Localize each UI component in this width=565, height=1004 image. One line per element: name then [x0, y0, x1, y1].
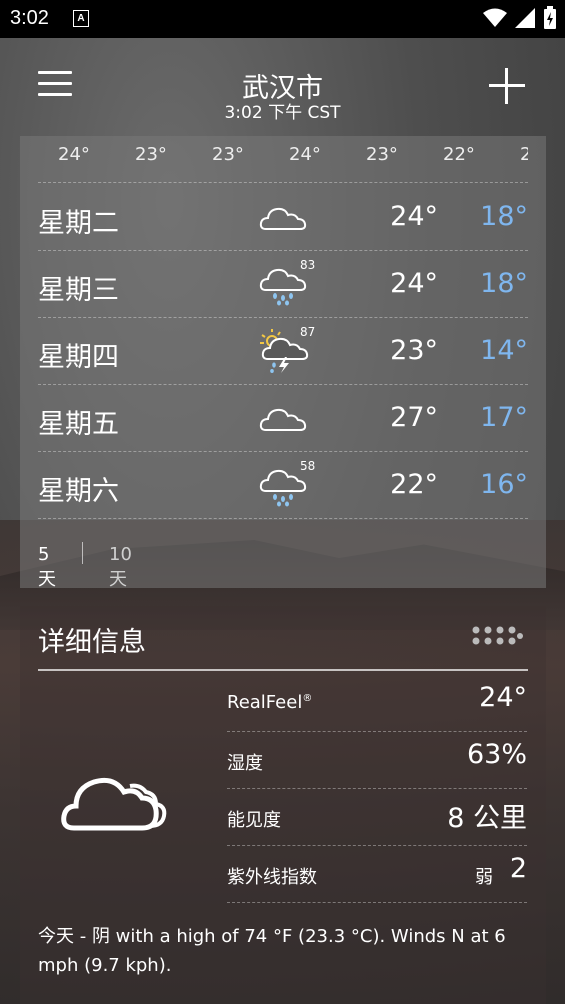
daily-forecast-card: 24° 23° 23° 24° 23° 22° 2 星期二 24° 18° 星期… [20, 136, 546, 591]
uv-index-label: 紫外线指数 [227, 867, 317, 888]
day-row-tuesday[interactable]: 星期二 24° 18° [38, 183, 528, 251]
day-row-saturday[interactable]: 星期六 58 22° 16° [38, 451, 528, 519]
weather-summary: 今天 - 阴 with a high of 74 °F (23.3 °C). W… [38, 926, 506, 976]
day-row-friday[interactable]: 星期五 27° 17° [38, 384, 528, 452]
hourly-temp: 22° [443, 144, 475, 165]
low-temp: 18° [480, 268, 528, 299]
battery-icon [544, 6, 556, 29]
uv-index-value: 2 [509, 853, 527, 884]
day-name: 星期四 [38, 342, 119, 373]
hourly-temp: 23° [366, 144, 398, 165]
cloudy-icon [259, 408, 307, 431]
precip-chance: 58 [300, 459, 316, 473]
precip-chance: 83 [300, 258, 316, 272]
app-bar: 武汉市 3:02 下午 CST [0, 38, 565, 134]
hourly-temp: 23° [135, 144, 167, 165]
add-location-icon[interactable] [489, 68, 525, 104]
tab-10-day[interactable]: 10天 [109, 544, 132, 591]
visibility-row: 能见度 8 公里 [227, 788, 527, 846]
day-row-wednesday[interactable]: 星期三 83 24° 18° [38, 250, 528, 318]
details-divider [38, 669, 528, 671]
hourly-temp: 24° [289, 144, 321, 165]
hourly-temperature-strip[interactable]: 24° 23° 23° 24° 23° 22° 2 [38, 136, 528, 183]
low-temp: 17° [480, 402, 528, 433]
low-temp: 16° [480, 469, 528, 500]
high-temp: 23° [390, 335, 438, 366]
sim-card-icon: A [73, 10, 89, 27]
details-title: 详细信息 [38, 627, 146, 658]
realfeel-label: RealFeel® [227, 692, 313, 713]
day-name: 星期六 [38, 476, 119, 507]
wifi-icon [483, 8, 507, 27]
low-temp: 18° [480, 201, 528, 232]
realfeel-row: RealFeel® 24° [227, 674, 527, 732]
hourly-temp: 23° [212, 144, 244, 165]
cloudy-icon [259, 207, 307, 230]
high-temp: 24° [390, 201, 438, 232]
local-time: 3:02 下午 CST [224, 103, 341, 123]
day-name: 星期五 [38, 409, 119, 440]
tab-divider [82, 542, 83, 564]
realfeel-value: 24° [479, 682, 527, 713]
humidity-label: 湿度 [227, 753, 263, 774]
status-bar: 3:02 A [0, 0, 565, 38]
more-icon[interactable] [470, 626, 524, 646]
high-temp: 22° [390, 469, 438, 500]
high-temp: 27° [390, 402, 438, 433]
status-time: 3:02 [10, 7, 49, 29]
day-row-thursday[interactable]: 星期四 87 23° 14° [38, 317, 528, 385]
high-temp: 24° [390, 268, 438, 299]
humidity-value: 63% [466, 739, 527, 770]
day-name: 星期二 [38, 208, 119, 239]
low-temp: 14° [480, 335, 528, 366]
visibility-value: 8 公里 [447, 803, 527, 834]
hourly-temp: 24° [58, 144, 90, 165]
uv-level: 弱 [475, 867, 493, 888]
cloudy-icon [61, 777, 167, 831]
humidity-row: 湿度 63% [227, 731, 527, 789]
visibility-label: 能见度 [227, 810, 281, 831]
details-card: 详细信息 RealFeel® 24° 湿度 63% 能见度 8 公里 紫外线指数… [20, 606, 546, 1004]
status-icons [483, 6, 557, 30]
registered-mark: ® [302, 693, 313, 704]
uv-index-row: 紫外线指数 弱 2 [227, 845, 527, 903]
precip-chance: 87 [300, 325, 316, 339]
tab-5-day[interactable]: 5天 [38, 544, 56, 591]
day-name: 星期三 [38, 275, 119, 306]
hourly-temp: 2 [520, 144, 528, 165]
signal-icon [515, 8, 535, 28]
